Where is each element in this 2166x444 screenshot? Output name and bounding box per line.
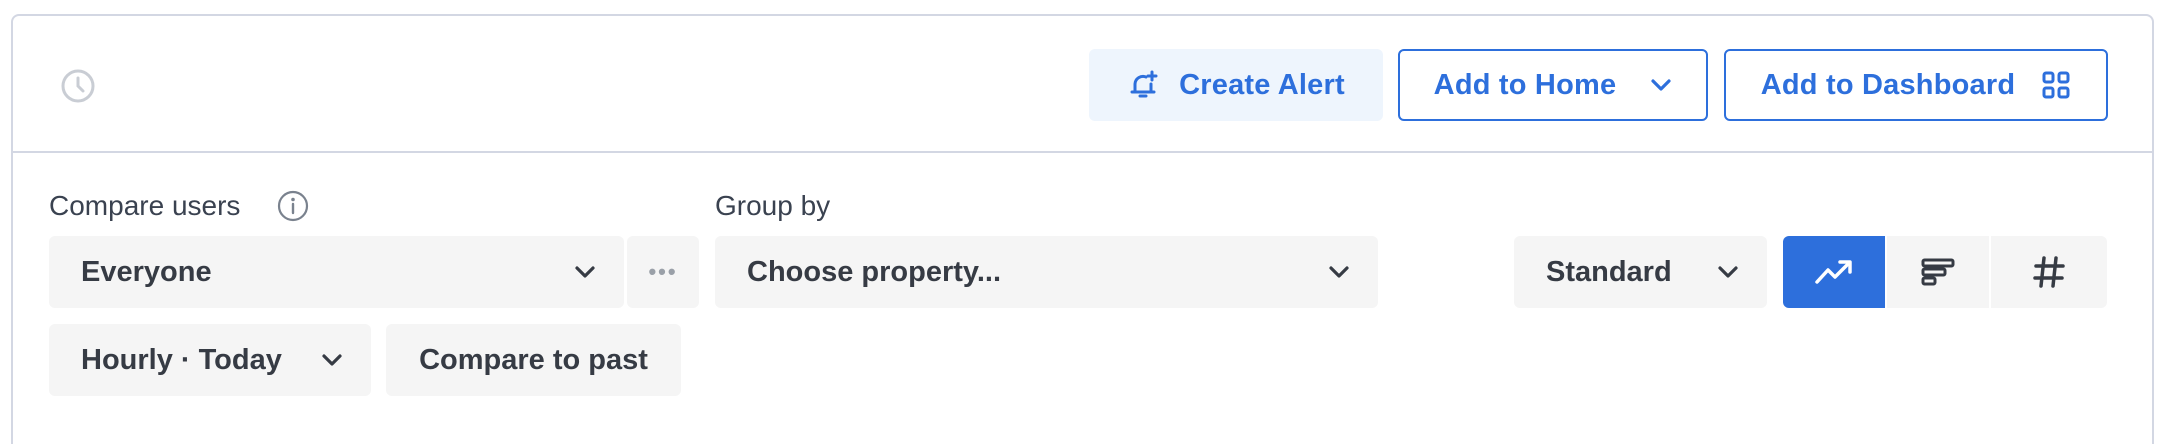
chevron-down-icon: [1650, 78, 1672, 92]
chart-type-toggle: [1783, 236, 2107, 308]
compare-users-select[interactable]: Everyone: [49, 236, 624, 308]
compare-to-past-button[interactable]: Compare to past: [386, 324, 681, 396]
interval-value: Hourly · Today: [81, 343, 282, 376]
chevron-down-icon: [1717, 265, 1739, 279]
bell-plus-icon: [1127, 69, 1159, 101]
chart-type-line[interactable]: [1783, 236, 1887, 308]
add-to-home-button[interactable]: Add to Home: [1398, 49, 1708, 121]
grid-icon: [2041, 70, 2071, 100]
create-alert-button[interactable]: Create Alert: [1089, 49, 1383, 121]
line-chart-icon: [1814, 257, 1854, 287]
more-options-button[interactable]: •••: [627, 236, 699, 308]
interval-select[interactable]: Hourly · Today: [49, 324, 371, 396]
compare-users-value: Everyone: [81, 255, 212, 288]
clock-icon: [60, 68, 96, 104]
compare-users-label: Compare users: [49, 190, 241, 221]
add-to-dashboard-label: Add to Dashboard: [1760, 68, 2016, 101]
number-icon: [2032, 255, 2066, 289]
chart-type-number[interactable]: [1991, 236, 2107, 308]
compare-to-past-label: Compare to past: [419, 343, 648, 376]
mode-select[interactable]: Standard: [1514, 236, 1767, 308]
bar-chart-icon: [1920, 257, 1956, 287]
create-alert-label: Create Alert: [1179, 68, 1345, 101]
info-icon[interactable]: [277, 190, 309, 222]
group-by-value: Choose property...: [747, 255, 1002, 288]
chevron-down-icon: [321, 353, 343, 367]
report-header: Create Alert Add to Home Add to Dashboar…: [13, 16, 2152, 153]
chevron-down-icon: [1328, 265, 1350, 279]
group-by-select[interactable]: Choose property...: [715, 236, 1378, 308]
add-to-dashboard-button[interactable]: Add to Dashboard: [1724, 49, 2108, 121]
add-to-home-label: Add to Home: [1433, 68, 1617, 101]
group-by-label: Group by: [715, 190, 831, 221]
more-icon: •••: [648, 259, 678, 284]
chart-type-bar[interactable]: [1887, 236, 1991, 308]
mode-value: Standard: [1546, 255, 1672, 288]
chevron-down-icon: [574, 265, 596, 279]
